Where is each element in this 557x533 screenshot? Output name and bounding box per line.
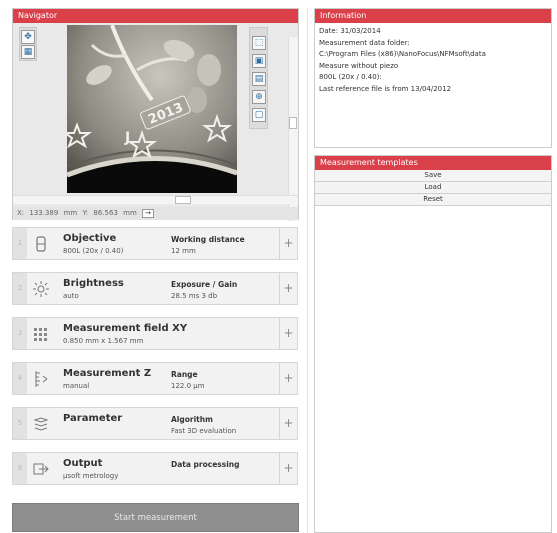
grid-field-icon bbox=[33, 326, 49, 342]
right-toolbar: ⬚ ▣ ▤ ⊕ ▢ bbox=[249, 27, 268, 129]
left-toolbar: ✥ ▦ bbox=[19, 27, 37, 61]
expand-measurement-field-button[interactable]: + bbox=[279, 318, 297, 349]
x-unit: mm bbox=[63, 209, 78, 217]
step-subtitle: µsoft metrology bbox=[63, 472, 119, 480]
start-measurement-button[interactable]: Start measurement bbox=[12, 503, 299, 532]
vertical-scroll-thumb[interactable] bbox=[289, 117, 297, 129]
step-param-value: 12 mm bbox=[171, 247, 196, 255]
step-parameter[interactable]: 5 Parameter Algorithm Fast 3D evaluation… bbox=[12, 407, 298, 440]
templates-title: Measurement templates bbox=[315, 156, 551, 170]
information-title: Information bbox=[315, 9, 551, 23]
x-label: X: bbox=[17, 209, 25, 217]
panel-divider bbox=[307, 8, 308, 533]
expand-brightness-button[interactable]: + bbox=[279, 273, 297, 304]
layer-icon[interactable]: ▣ bbox=[252, 54, 266, 68]
reset-template-button[interactable]: Reset bbox=[315, 194, 551, 206]
step-title: Parameter bbox=[63, 413, 123, 424]
info-line: Last reference file is from 13/04/2012 bbox=[319, 84, 452, 93]
info-line: 800L (20x / 0.40): bbox=[319, 73, 382, 81]
step-subtitle: auto bbox=[63, 292, 79, 300]
expand-measurement-z-button[interactable]: + bbox=[279, 363, 297, 394]
step-title: Objective bbox=[63, 233, 117, 244]
svg-text:J: J bbox=[124, 130, 130, 146]
step-number: 5 bbox=[13, 408, 27, 439]
step-number: 2 bbox=[13, 273, 27, 304]
objective-icon bbox=[33, 236, 49, 252]
zoom-icon[interactable]: ⊕ bbox=[252, 90, 266, 104]
step-param-label: Range bbox=[171, 370, 198, 379]
navigator-view[interactable]: ✥ ▦ 2013 J ⬚ ▣ ▤ ⊕ ▢ bbox=[13, 23, 298, 221]
step-param-value: 122.0 µm bbox=[171, 382, 205, 390]
y-value: 86.563 bbox=[93, 209, 118, 217]
step-brightness[interactable]: 2 Brightness auto Exposure / Gain 28.5 m… bbox=[12, 272, 298, 305]
step-number: 3 bbox=[13, 318, 27, 349]
info-line: Measurement data folder: bbox=[319, 38, 410, 47]
step-title: Brightness bbox=[63, 278, 124, 289]
templates-panel: Measurement templates Save Load Reset bbox=[314, 155, 552, 533]
step-title: Measurement Z bbox=[63, 368, 152, 379]
info-line: Measure without piezo bbox=[319, 61, 399, 70]
step-subtitle: 800L (20x / 0.40) bbox=[63, 247, 124, 255]
step-title: Measurement field XY bbox=[63, 323, 188, 334]
step-param-label: Algorithm bbox=[171, 415, 213, 424]
step-param-value: Fast 3D evaluation bbox=[171, 427, 237, 435]
information-body: Date: 31/03/2014 Measurement data folder… bbox=[315, 23, 551, 98]
info-line: Date: 31/03/2014 bbox=[319, 27, 381, 35]
expand-objective-button[interactable]: + bbox=[279, 228, 297, 259]
y-unit: mm bbox=[123, 209, 137, 217]
expand-output-button[interactable]: + bbox=[279, 453, 297, 484]
step-param-label: Data processing bbox=[171, 460, 240, 469]
step-number: 6 bbox=[13, 453, 27, 484]
expand-parameter-button[interactable]: + bbox=[279, 408, 297, 439]
select-icon[interactable]: ⬚ bbox=[252, 36, 266, 50]
navigator-title: Navigator bbox=[13, 9, 298, 23]
coin-image[interactable]: 2013 J bbox=[67, 25, 237, 193]
step-measurement-field[interactable]: 3 Measurement field XY 0.850 mm x 1.567 … bbox=[12, 317, 298, 350]
crop-icon[interactable]: ▢ bbox=[252, 108, 266, 122]
navigator-panel: Navigator ✥ ▦ 2013 J ⬚ ▣ ▤ ⊕ ▢ X: 133.38… bbox=[12, 8, 299, 221]
grid-icon[interactable]: ▦ bbox=[21, 45, 35, 59]
step-param-label: Exposure / Gain bbox=[171, 280, 238, 289]
vertical-scrollbar[interactable] bbox=[288, 37, 298, 221]
move-icon[interactable]: ✥ bbox=[21, 30, 35, 44]
ruler-icon bbox=[33, 371, 49, 387]
step-title: Output bbox=[63, 458, 103, 469]
step-number: 4 bbox=[13, 363, 27, 394]
step-measurement-z[interactable]: 4 Measurement Z manual Range 122.0 µm + bbox=[12, 362, 298, 395]
layers-icon bbox=[33, 416, 49, 432]
export-icon bbox=[33, 461, 49, 477]
go-to-position-button[interactable]: → bbox=[142, 208, 155, 218]
load-template-button[interactable]: Load bbox=[315, 182, 551, 194]
stack-icon[interactable]: ▤ bbox=[252, 72, 266, 86]
step-output[interactable]: 6 Output µsoft metrology Data processing… bbox=[12, 452, 298, 485]
step-number: 1 bbox=[13, 228, 27, 259]
step-subtitle: 0.850 mm x 1.567 mm bbox=[63, 337, 144, 345]
step-objective[interactable]: 1 Objective 800L (20x / 0.40) Working di… bbox=[12, 227, 298, 260]
brightness-icon bbox=[33, 281, 49, 297]
info-line: C:\Program Files (x86)\NanoFocus\NFMsoft… bbox=[319, 50, 486, 58]
horizontal-scrollbar[interactable] bbox=[13, 195, 298, 204]
information-panel: Information Date: 31/03/2014 Measurement… bbox=[314, 8, 552, 148]
y-label: Y: bbox=[82, 209, 89, 217]
step-param-value: 28.5 ms 3 db bbox=[171, 292, 218, 300]
horizontal-scroll-thumb[interactable] bbox=[175, 196, 191, 204]
coordinate-readout: X: 133.389 mm Y: 86.563 mm → bbox=[13, 207, 298, 220]
step-param-label: Working distance bbox=[171, 235, 245, 244]
step-subtitle: manual bbox=[63, 382, 90, 390]
save-template-button[interactable]: Save bbox=[315, 170, 551, 182]
x-value: 133.389 bbox=[29, 209, 59, 217]
